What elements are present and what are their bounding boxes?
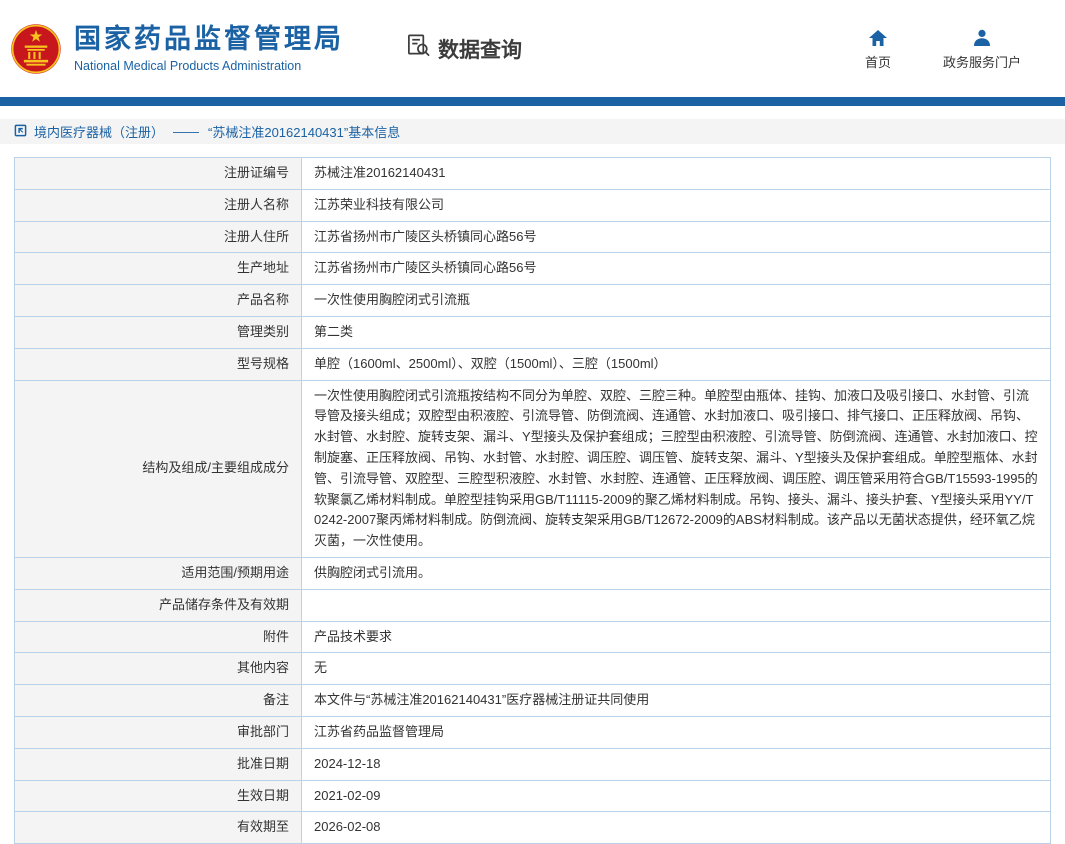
table-row: 管理类别 第二类 <box>14 315 1051 349</box>
row-label: 生效日期 <box>14 779 302 813</box>
data-query-title: 数据查询 <box>406 33 522 64</box>
row-label: 附件 <box>14 620 302 654</box>
row-label: 适用范围/预期用途 <box>14 556 302 590</box>
table-row: 结构及组成/主要组成成分 一次性使用胸腔闭式引流瓶按结构不同分为单腔、双腔、三腔三… <box>14 379 1051 558</box>
row-value: 一次性使用胸腔闭式引流瓶按结构不同分为单腔、双腔、三腔三种。单腔型由瓶体、挂钩、… <box>301 379 1051 558</box>
table-row: 生产地址 江苏省扬州市广陵区头桥镇同心路56号 <box>14 252 1051 286</box>
info-table-body: 注册证编号 苏械注准20162140431 注册人名称 江苏荣业科技有限公司 注册人住所… <box>14 157 1051 844</box>
row-value: 2024-12-18 <box>301 747 1051 781</box>
nav-home[interactable]: 首页 <box>865 27 891 71</box>
registration-info-table-wrap: 注册证编号 苏械注准20162140431 注册人名称 江苏荣业科技有限公司 注册人住所… <box>14 157 1051 844</box>
row-value: 2021-02-09 <box>301 779 1051 813</box>
site-brand[interactable]: 国家药品监督管理局 National Medical Products Admi… <box>10 23 344 75</box>
top-nav: 首页 政务服务门户 <box>865 27 1035 71</box>
table-row: 批准日期 2024-12-18 <box>14 747 1051 781</box>
breadcrumb-current: “苏械注准20162140431”基本信息 <box>208 125 401 140</box>
row-value: 第二类 <box>301 315 1051 349</box>
doc-search-icon <box>406 33 431 64</box>
row-label: 管理类别 <box>14 315 302 349</box>
row-value: 单腔（1600ml、2500ml）、双腔（1500ml）、三腔（1500ml） <box>301 347 1051 381</box>
table-row: 备注 本文件与“苏械注准20162140431”医疗器械注册证共同使用 <box>14 684 1051 717</box>
table-row: 产品储存条件及有效期 <box>14 588 1051 622</box>
row-value: 2026-02-08 <box>301 811 1051 844</box>
national-emblem-icon <box>10 23 62 75</box>
row-value: 无 <box>301 652 1051 686</box>
row-value: 江苏荣业科技有限公司 <box>301 188 1051 222</box>
row-value: 供胸腔闭式引流用。 <box>301 556 1051 590</box>
table-row: 注册人名称 江苏荣业科技有限公司 <box>14 188 1051 222</box>
row-label: 有效期至 <box>14 811 302 844</box>
row-value: 江苏省扬州市广陵区头桥镇同心路56号 <box>301 252 1051 286</box>
table-row: 其他内容无 <box>14 652 1051 686</box>
row-label: 审批部门 <box>14 715 302 749</box>
table-row: 生效日期 2021-02-09 <box>14 779 1051 813</box>
table-row: 产品名称 一次性使用胸腔闭式引流瓶 <box>14 284 1051 317</box>
table-row: 有效期至 2026-02-08 <box>14 811 1051 844</box>
breadcrumb-category[interactable]: 境内医疗器械（注册） <box>34 122 164 141</box>
row-value: 苏械注准20162140431 <box>301 157 1051 190</box>
registration-info-table: 注册证编号 苏械注准20162140431 注册人名称 江苏荣业科技有限公司 注册人住所… <box>14 157 1051 844</box>
row-value: 产品技术要求 <box>301 620 1051 654</box>
row-value: 本文件与“苏械注准20162140431”医疗器械注册证共同使用 <box>301 684 1051 717</box>
row-label: 其他内容 <box>14 652 302 686</box>
row-label: 结构及组成/主要组成成分 <box>14 379 302 558</box>
row-value: 一次性使用胸腔闭式引流瓶 <box>301 284 1051 317</box>
top-header: 国家药品监督管理局 National Medical Products Admi… <box>0 0 1065 97</box>
row-label: 注册证编号 <box>14 157 302 190</box>
row-label: 注册人住所 <box>14 220 302 254</box>
table-row: 审批部门 江苏省药品监督管理局 <box>14 715 1051 749</box>
table-row: 注册证编号 苏械注准20162140431 <box>14 157 1051 190</box>
row-label: 批准日期 <box>14 747 302 781</box>
home-icon <box>868 27 888 47</box>
row-label: 生产地址 <box>14 252 302 286</box>
header-divider-bar <box>0 97 1065 106</box>
table-row: 附件 产品技术要求 <box>14 620 1051 654</box>
breadcrumb-icon <box>14 124 27 140</box>
row-label: 备注 <box>14 684 302 717</box>
row-value: 江苏省扬州市广陵区头桥镇同心路56号 <box>301 220 1051 254</box>
row-label: 型号规格 <box>14 347 302 381</box>
table-row: 注册人住所 江苏省扬州市广陵区头桥镇同心路56号 <box>14 220 1051 254</box>
site-subtitle: National Medical Products Administration <box>74 58 302 73</box>
breadcrumb-separator: —— <box>173 124 200 139</box>
row-value <box>301 588 1051 622</box>
table-row: 适用范围/预期用途 供胸腔闭式引流用。 <box>14 556 1051 590</box>
row-label: 注册人名称 <box>14 188 302 222</box>
breadcrumb: 境内医疗器械（注册） —— “苏械注准20162140431”基本信息 <box>0 119 1065 144</box>
person-icon <box>972 27 992 47</box>
nav-portal[interactable]: 政务服务门户 <box>943 27 1021 71</box>
row-label: 产品储存条件及有效期 <box>14 588 302 622</box>
site-title: 国家药品监督管理局 <box>74 24 344 55</box>
table-row: 型号规格 单腔（1600ml、2500ml）、双腔（1500ml）、三腔（1500… <box>14 347 1051 381</box>
row-label: 产品名称 <box>14 284 302 317</box>
row-value: 江苏省药品监督管理局 <box>301 715 1051 749</box>
